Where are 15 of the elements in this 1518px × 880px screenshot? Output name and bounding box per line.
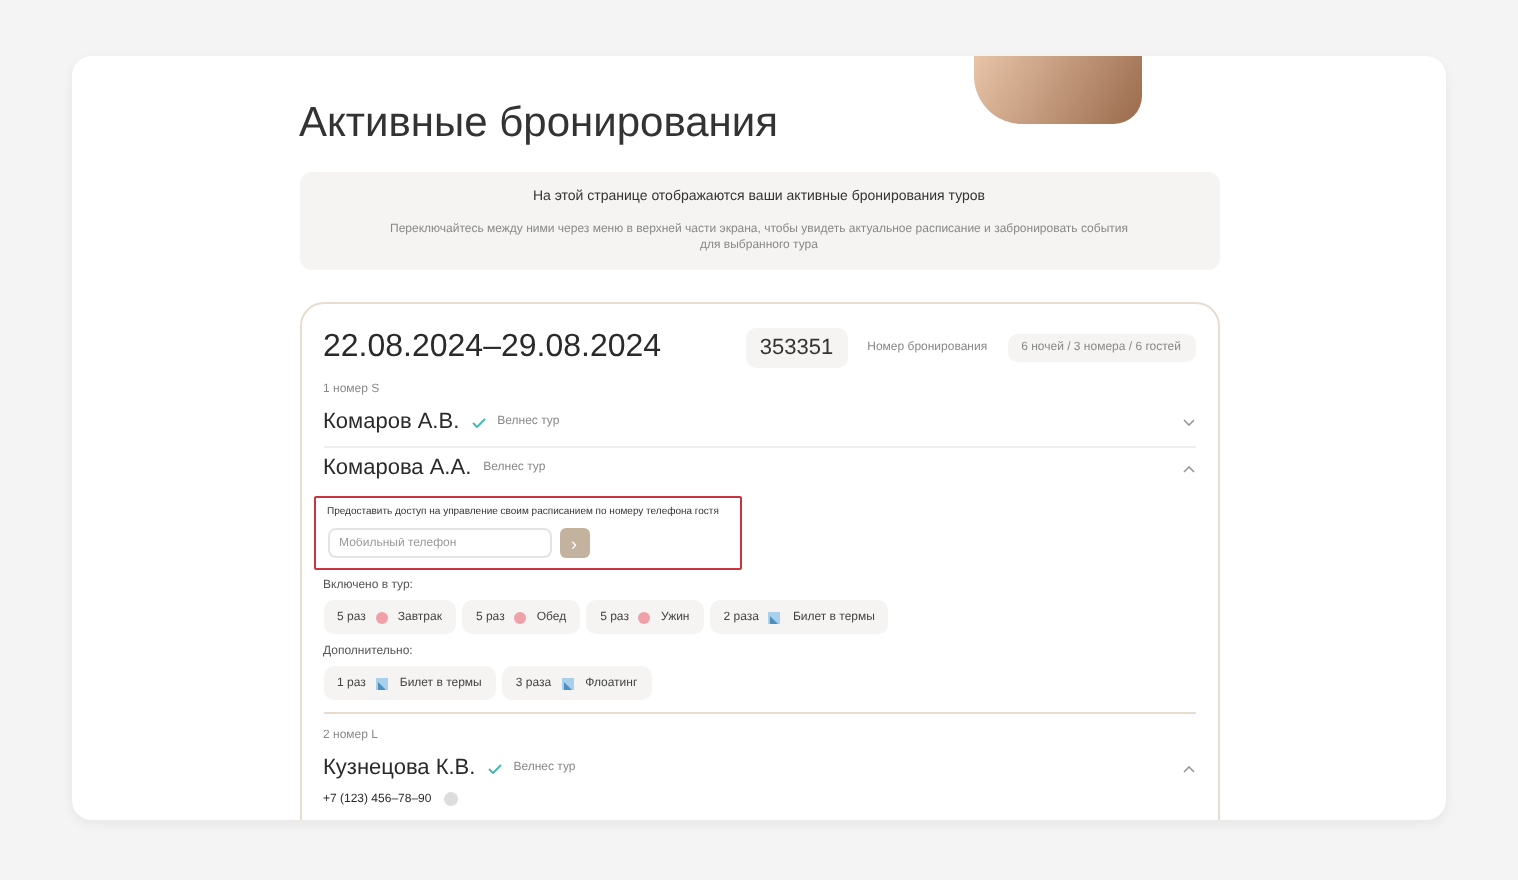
chevron-up-icon[interactable] [1181, 463, 1195, 474]
chevron-down-icon[interactable] [1181, 417, 1195, 428]
guest-name[interactable]: Комаров А.В. [323, 410, 460, 435]
booking-dates: 22.08.2024–29.08.2024 [323, 330, 664, 367]
dot-icon [375, 611, 388, 624]
ticket-icon [375, 676, 390, 691]
ticket-icon [561, 676, 576, 691]
dot-icon [514, 611, 527, 624]
dot-icon [638, 611, 651, 624]
booking-number: 353351 [745, 328, 848, 369]
guest-name[interactable]: Кузнецова К.В. [323, 756, 476, 781]
guest-name[interactable]: Комарова А.А. [323, 456, 472, 481]
ticket-icon [768, 610, 783, 625]
chevron-up-icon[interactable] [1181, 763, 1195, 774]
page-title: Активные бронирования [299, 100, 781, 148]
